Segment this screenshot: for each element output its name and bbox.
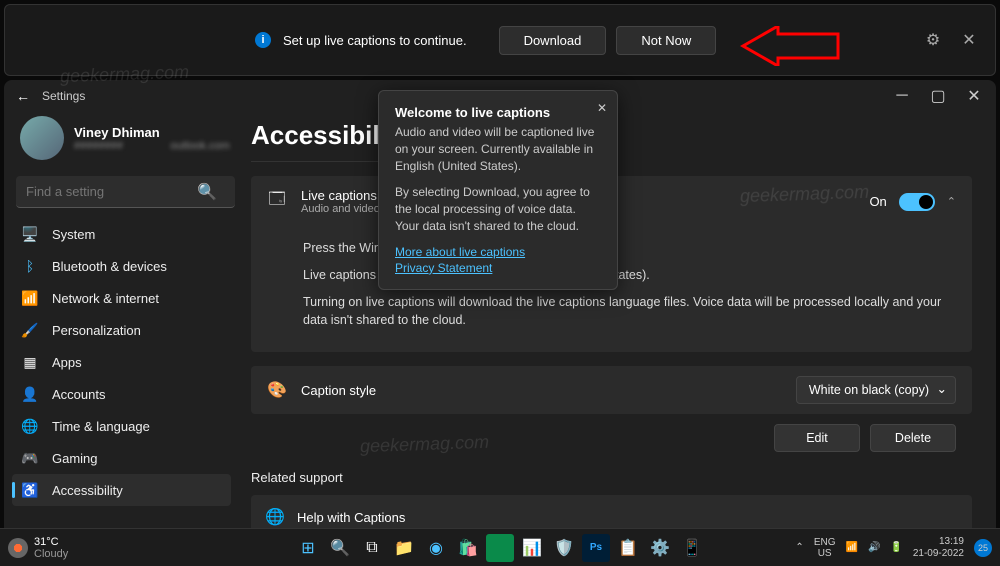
sidebar-item-gaming[interactable]: 🎮 Gaming: [12, 442, 231, 474]
battery-icon[interactable]: 🔋: [890, 542, 902, 553]
weather-widget[interactable]: 31°C Cloudy: [0, 536, 68, 560]
app-icon-1[interactable]: [486, 534, 514, 562]
privacy-link[interactable]: Privacy Statement: [395, 261, 601, 275]
welcome-tooltip: ✕ Welcome to live captions Audio and vid…: [378, 90, 618, 290]
delete-button[interactable]: Delete: [870, 424, 956, 452]
nav-label: Network & internet: [52, 291, 159, 306]
weather-icon: [8, 538, 28, 558]
more-about-link[interactable]: More about live captions: [395, 245, 601, 259]
profile-name: Viney Dhiman: [74, 125, 160, 140]
taskbar: 31°C Cloudy ⊞ 🔍 ⧉ 📁 ◉ 🛍️ 📊 🛡️ Ps 📋 ⚙️ 📱 …: [0, 528, 1000, 566]
store-icon[interactable]: 🛍️: [454, 534, 482, 562]
tooltip-close-icon[interactable]: ✕: [597, 101, 607, 115]
nav-icon: 🎮: [22, 450, 38, 466]
window-title: Settings: [42, 89, 85, 103]
caption-style-header[interactable]: 🎨 Caption style White on black (copy): [251, 366, 972, 414]
sidebar-item-network-internet[interactable]: 📶 Network & internet: [12, 282, 231, 314]
not-now-button[interactable]: Not Now: [616, 26, 716, 55]
volume-icon[interactable]: 🔊: [868, 542, 880, 553]
app-icon-5[interactable]: 📱: [678, 534, 706, 562]
nav-label: Accounts: [52, 387, 105, 402]
tooltip-title: Welcome to live captions: [395, 105, 601, 120]
language-2: US: [814, 548, 836, 559]
nav-icon: 📶: [22, 290, 38, 306]
back-button[interactable]: ←: [16, 88, 30, 104]
close-icon[interactable]: ✕: [959, 30, 979, 50]
nav-icon: 🌐: [22, 418, 38, 434]
chevron-up-icon[interactable]: ⌃: [947, 195, 956, 208]
app-icon-3[interactable]: 🛡️: [550, 534, 578, 562]
sidebar: Viney Dhiman ######## 🔍 🖥️SystemᛒBluetoo…: [4, 112, 239, 528]
sidebar-item-personalization[interactable]: 🖌️ Personalization: [12, 314, 231, 346]
live-captions-toggle[interactable]: [899, 193, 935, 211]
sidebar-item-accounts[interactable]: 👤 Accounts: [12, 378, 231, 410]
tray-chevron-icon[interactable]: ⌃: [795, 542, 803, 553]
sidebar-item-time-language[interactable]: 🌐 Time & language: [12, 410, 231, 442]
nav-icon: 👤: [22, 386, 38, 402]
style-dropdown[interactable]: White on black (copy): [796, 376, 956, 404]
task-view-icon[interactable]: ⧉: [358, 534, 386, 562]
app-icon-4[interactable]: 📋: [614, 534, 642, 562]
globe-icon: 🌐: [265, 507, 285, 527]
setup-message: Set up live captions to continue.: [283, 33, 467, 48]
captions-icon: 🗔: [267, 192, 287, 212]
info-icon: i: [255, 32, 271, 48]
app-icon-2[interactable]: 📊: [518, 534, 546, 562]
temperature: 31°C: [34, 536, 68, 548]
help-with-captions[interactable]: 🌐 Help with Captions: [251, 495, 972, 528]
time: 13:19: [913, 536, 964, 548]
nav-label: Time & language: [52, 419, 150, 434]
settings-gear-icon[interactable]: ⚙: [923, 30, 943, 50]
related-support-label: Related support: [251, 470, 972, 485]
clock[interactable]: 13:19 21-09-2022: [913, 536, 964, 560]
tooltip-p1: Audio and video will be captioned live o…: [395, 124, 601, 174]
nav-label: Apps: [52, 355, 82, 370]
avatar: [20, 116, 64, 160]
start-button[interactable]: ⊞: [294, 534, 322, 562]
search-taskbar-icon[interactable]: 🔍: [326, 534, 354, 562]
nav-icon: 🖌️: [22, 322, 38, 338]
sidebar-item-system[interactable]: 🖥️ System: [12, 218, 231, 250]
weather-text: Cloudy: [34, 548, 68, 560]
help-label: Help with Captions: [297, 510, 405, 525]
sidebar-item-apps[interactable]: ▦ Apps: [12, 346, 231, 378]
download-button[interactable]: Download: [499, 26, 607, 55]
nav-label: Personalization: [52, 323, 141, 338]
nav-label: Accessibility: [52, 483, 123, 498]
tooltip-p2: By selecting Download, you agree to the …: [395, 184, 601, 234]
nav-icon: ᛒ: [22, 258, 38, 274]
caption-style-title: Caption style: [301, 383, 376, 398]
nav-label: Gaming: [52, 451, 98, 466]
edit-button[interactable]: Edit: [774, 424, 860, 452]
edge-icon[interactable]: ◉: [422, 534, 450, 562]
minimize-button[interactable]: ─: [884, 84, 920, 108]
search-input[interactable]: [16, 176, 235, 208]
nav-icon: ▦: [22, 354, 38, 370]
nav-icon: ♿: [22, 482, 38, 498]
nav-label: Bluetooth & devices: [52, 259, 167, 274]
close-button[interactable]: ✕: [956, 84, 992, 108]
nav-icon: 🖥️: [22, 226, 38, 242]
explorer-icon[interactable]: 📁: [390, 534, 418, 562]
captions-setup-bar: i Set up live captions to continue. Down…: [4, 4, 996, 76]
sidebar-item-bluetooth-devices[interactable]: ᛒ Bluetooth & devices: [12, 250, 231, 282]
profile[interactable]: Viney Dhiman ########: [12, 112, 231, 172]
profile-email: ########: [74, 140, 160, 152]
toggle-state-label: On: [869, 194, 886, 209]
sidebar-item-accessibility[interactable]: ♿ Accessibility: [12, 474, 231, 506]
language-1[interactable]: ENG: [814, 537, 836, 548]
wifi-icon[interactable]: 📶: [845, 542, 857, 553]
nav-label: System: [52, 227, 95, 242]
notification-badge[interactable]: 25: [974, 539, 992, 557]
captions-text-3: Turning on live captions will download t…: [303, 293, 956, 331]
settings-taskbar-icon[interactable]: ⚙️: [646, 534, 674, 562]
photoshop-icon[interactable]: Ps: [582, 534, 610, 562]
date: 21-09-2022: [913, 548, 964, 560]
palette-icon: 🎨: [267, 380, 287, 400]
caption-style-card: 🎨 Caption style White on black (copy): [251, 366, 972, 414]
maximize-button[interactable]: ▢: [920, 84, 956, 108]
